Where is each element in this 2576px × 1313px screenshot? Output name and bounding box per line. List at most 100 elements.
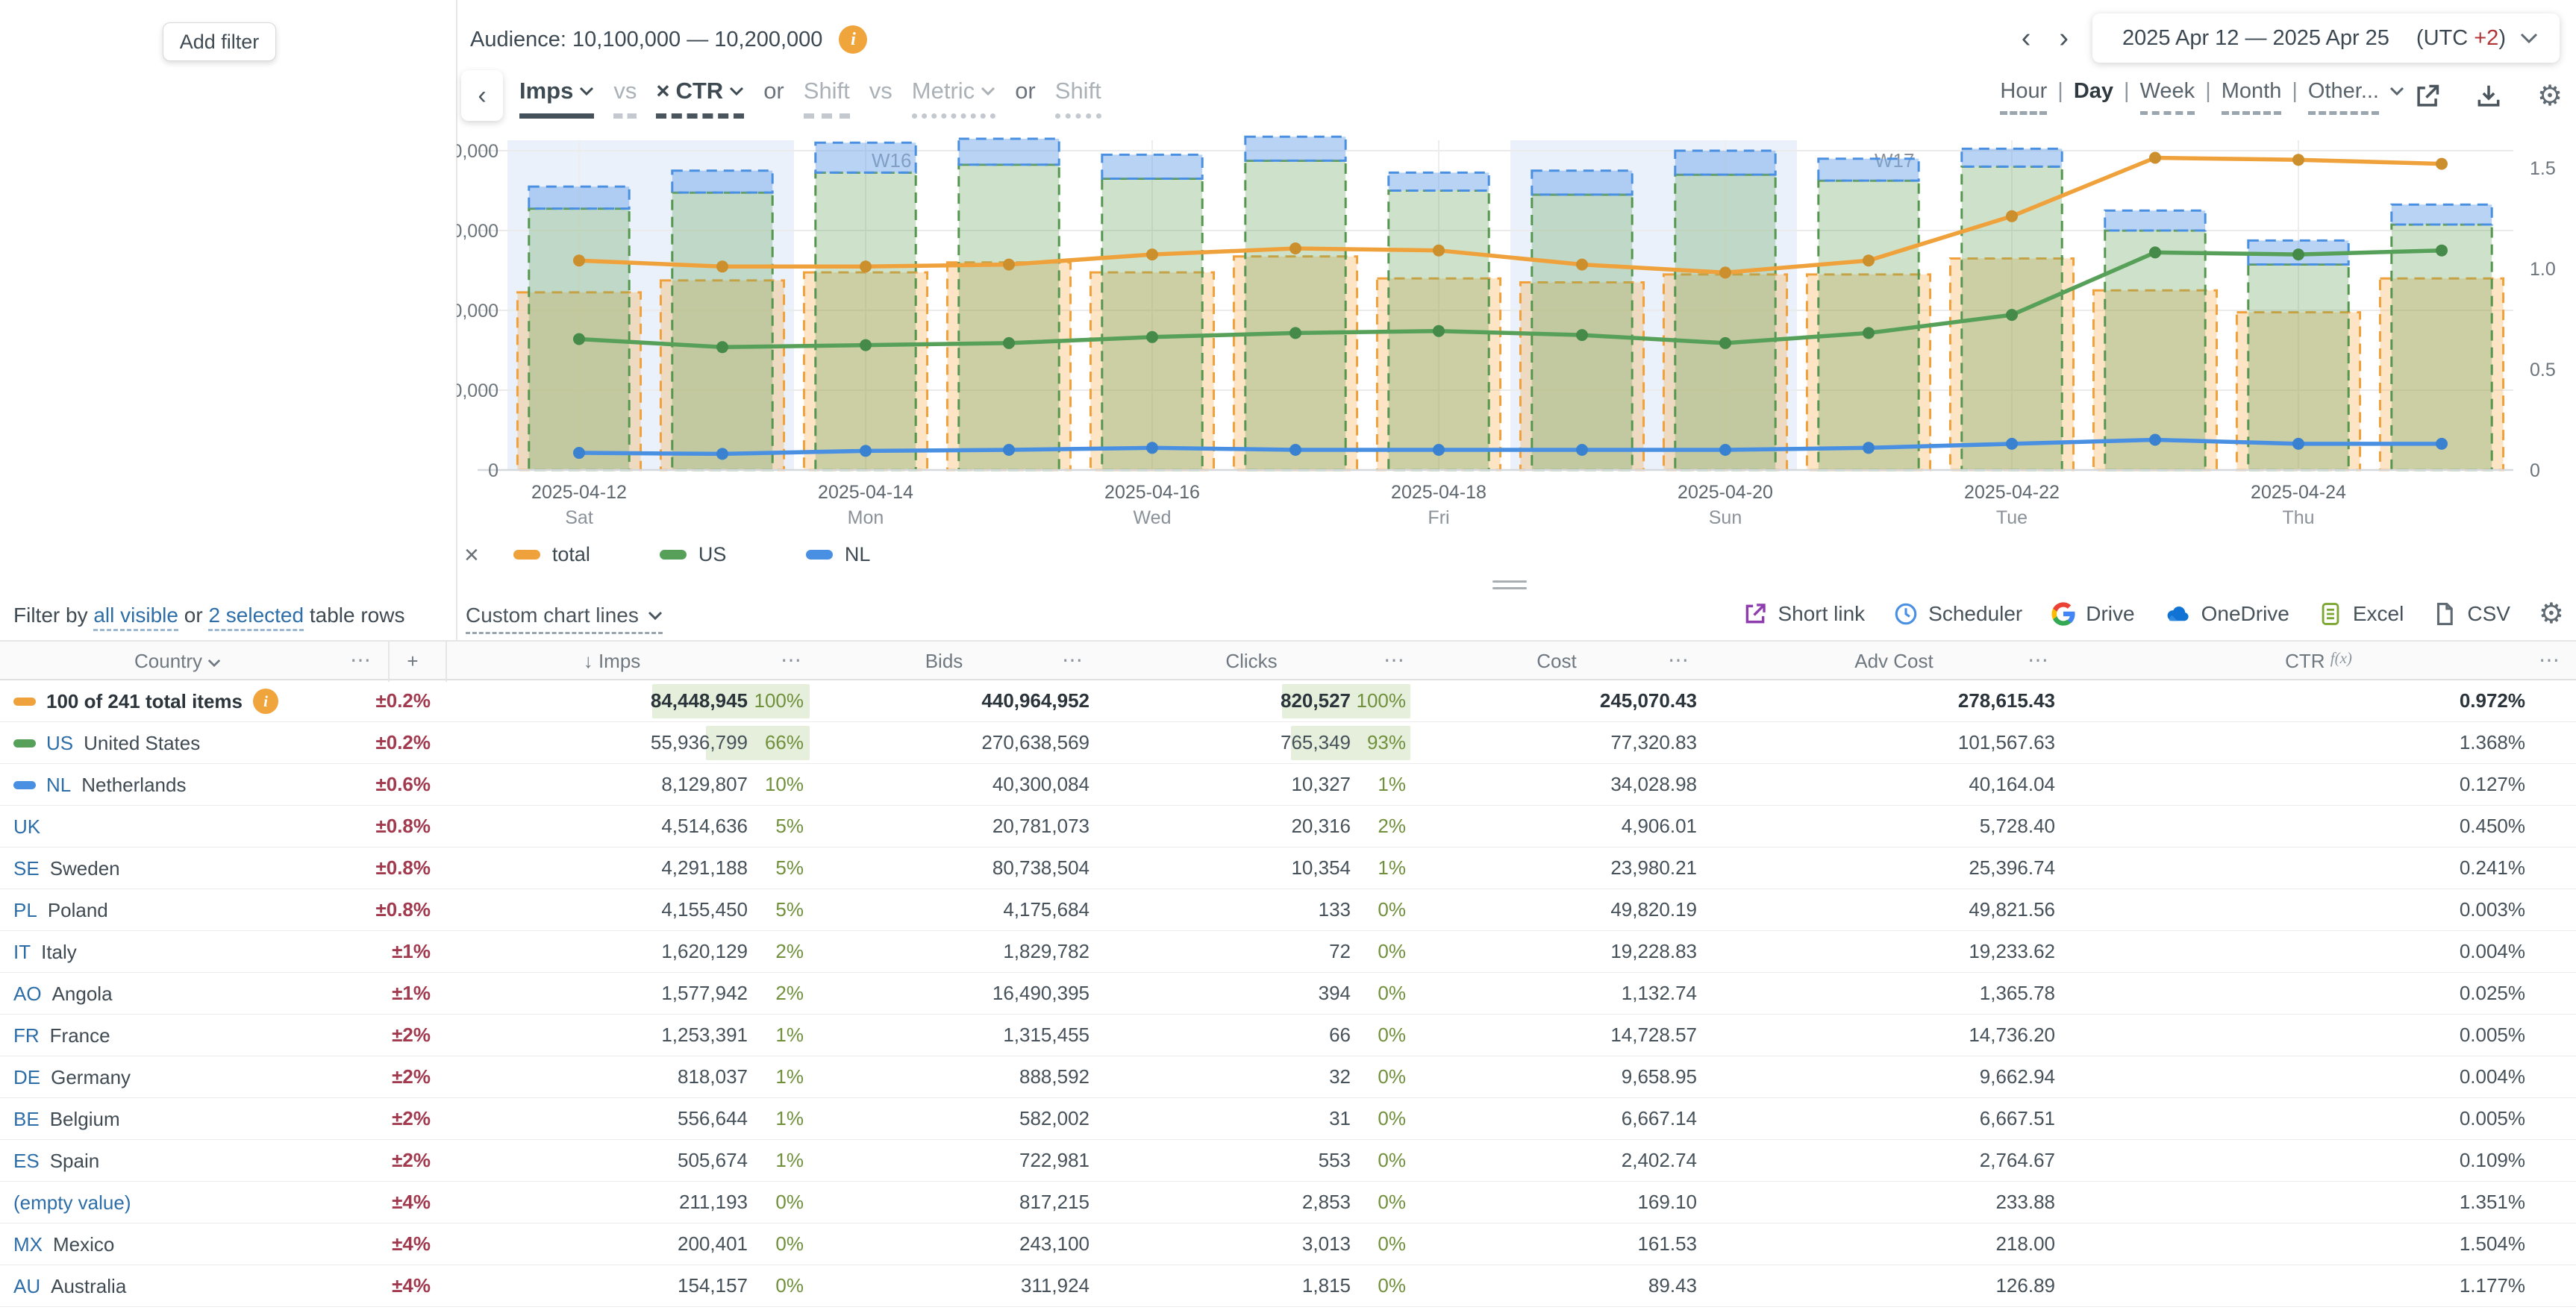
country-code-link[interactable]: ES [13,1141,40,1182]
table-row[interactable]: ESSpain±2%505,6741%722,9815530%2,402.742… [0,1140,2576,1182]
table-row[interactable]: (empty value)±4%211,1930%817,2152,8530%1… [0,1182,2576,1223]
custom-chart-lines-dropdown[interactable]: Custom chart lines [466,604,663,634]
filter-all-visible-link[interactable]: all visible [93,604,178,631]
clicks-value: 20,316 [1291,806,1351,847]
shift-toggle-2[interactable]: Shift [1055,78,1101,119]
metric-vs-toggle[interactable]: vs [613,78,637,119]
column-header-cost[interactable]: Cost [1536,642,1576,682]
country-code-link[interactable]: IT [13,932,31,973]
ctr-value: 0.004% [2460,1056,2525,1098]
open-in-new-icon[interactable] [2412,81,2443,112]
country-name: Netherlands [81,765,186,806]
imps-value: 4,514,636 [661,806,748,847]
download-icon[interactable] [2473,81,2504,112]
column-header-adv-cost[interactable]: Adv Cost [1854,642,1933,682]
country-code-link[interactable]: US [46,723,73,764]
scheduler-button[interactable]: Scheduler [1893,601,2022,627]
clicks-percent: 1% [1378,847,1406,889]
column-menu-button[interactable]: ⋯ [781,642,803,682]
country-code-link[interactable]: NL [46,765,71,806]
uncertainty-value: ±2% [392,1056,431,1098]
timeseries-chart[interactable]: W16W1702,000,0004,000,0006,000,0008,000,… [457,125,2576,532]
column-header-ctr[interactable]: CTR f(x) [2285,642,2352,682]
prev-period-button[interactable]: ‹ [2017,14,2036,62]
country-code-link[interactable]: BE [13,1099,40,1140]
imps-percent: 5% [775,847,804,889]
country-code-link[interactable]: SE [13,848,40,889]
granularity-day-selected[interactable]: Day [2074,79,2113,111]
legend-item-NL[interactable]: NL [806,543,918,566]
legend-label: US [698,543,727,566]
add-filter-button[interactable]: Add filter [163,22,276,61]
metric-or-label: or [763,78,784,104]
table-row[interactable]: FRFrance±2%1,253,3911%1,315,455660%14,72… [0,1015,2576,1056]
country-code-link[interactable]: AO [13,974,42,1015]
country-code-link[interactable]: MX [13,1224,43,1265]
resize-handle[interactable] [1492,580,1527,594]
legend-item-total[interactable]: total [513,543,625,566]
filter-selected-link[interactable]: 2 selected [208,604,304,631]
granularity-other-dropdown[interactable]: Other... [2308,79,2379,115]
onedrive-button[interactable]: OneDrive [2163,601,2289,627]
info-icon[interactable]: i [253,689,278,714]
country-code-link[interactable]: DE [13,1057,40,1098]
table-row[interactable]: MXMexico±4%200,4010%243,1003,0130%161.53… [0,1223,2576,1265]
csv-export-button[interactable]: CSV [2432,601,2510,627]
table-row[interactable]: ITItaly±1%1,620,1292%1,829,782720%19,228… [0,931,2576,973]
gear-icon[interactable]: ⚙ [2534,81,2566,112]
next-period-button[interactable]: › [2054,14,2073,62]
column-menu-button[interactable]: ⋯ [1668,642,1690,682]
country-code-link[interactable]: AU [13,1266,40,1307]
table-row[interactable]: PLPoland±0.8%4,155,4505%4,175,6841330%49… [0,889,2576,931]
clicks-value: 820,527 [1281,680,1351,722]
imps-percent: 2% [775,973,804,1015]
column-menu-button[interactable]: ⋯ [1384,642,1406,682]
table-row[interactable]: AOAngola±1%1,577,9422%16,490,3953940%1,1… [0,973,2576,1015]
info-icon[interactable]: i [839,25,867,54]
granularity-week[interactable]: Week [2140,79,2195,115]
add-column-button[interactable]: + [407,642,418,682]
short-link-button[interactable]: Short link [1742,601,1865,627]
table-header: Country ⋯ + ↓ Imps ⋯ Bids ⋯ Clicks ⋯ Cos… [0,640,2576,680]
metric-tertiary-dropdown[interactable]: Metric [912,78,995,119]
imps-percent: 100% [754,680,804,722]
table-row[interactable]: USUnited States±0.2%55,936,79966%270,638… [0,722,2576,764]
table-row[interactable]: SESweden±0.8%4,291,1885%80,738,50410,354… [0,847,2576,889]
table-row[interactable]: AUAustralia±4%154,1570%311,9241,8150%89.… [0,1265,2576,1307]
table-settings-gear-icon[interactable]: ⚙ [2539,599,2564,629]
column-menu-button[interactable]: ⋯ [2539,642,2561,682]
metric-secondary-dropdown[interactable]: ×CTR [656,78,744,119]
column-menu-button[interactable]: ⋯ [2028,642,2050,682]
table-row[interactable]: NLNetherlands±0.6%8,129,80710%40,300,084… [0,764,2576,806]
column-menu-button[interactable]: ⋯ [1062,642,1084,682]
granularity-month[interactable]: Month [2222,79,2282,115]
table-row[interactable]: BEBelgium±2%556,6441%582,002310%6,667.14… [0,1098,2576,1140]
table-body: 100 of 241 total itemsi±0.2%84,448,94510… [0,680,2576,1307]
google-drive-button[interactable]: Drive [2051,601,2134,627]
close-icon[interactable]: × [464,544,479,566]
clicks-value: 72 [1329,931,1351,973]
country-code-link[interactable]: UK [13,806,40,847]
ctr-value: 0.005% [2460,1098,2525,1140]
table-row[interactable]: DEGermany±2%818,0371%888,592320%9,658.95… [0,1056,2576,1098]
cost-value: 23,980.21 [1610,847,1697,889]
legend-item-US[interactable]: US [660,543,772,566]
table-row[interactable]: 100 of 241 total itemsi±0.2%84,448,94510… [0,680,2576,722]
column-header-country[interactable]: Country [134,642,221,682]
shift-toggle-1[interactable]: Shift [804,78,850,119]
granularity-hour[interactable]: Hour [2000,79,2047,115]
country-code-link[interactable]: FR [13,1015,40,1056]
clicks-percent: 0% [1378,931,1406,973]
column-header-clicks[interactable]: Clicks [1225,642,1277,682]
metric-primary-dropdown[interactable]: Imps [519,78,594,119]
adv-cost-value: 126.89 [1995,1265,2055,1307]
date-range-picker[interactable]: 2025 Apr 12 — 2025 Apr 25 (UTC +2) [2092,13,2560,63]
table-row[interactable]: UK±0.8%4,514,6365%20,781,07320,3162%4,90… [0,806,2576,847]
adv-cost-value: 2,764.67 [1980,1140,2055,1182]
column-header-bids[interactable]: Bids [925,642,963,682]
excel-export-button[interactable]: Excel [2318,601,2404,627]
collapse-panel-button[interactable]: ‹ [461,70,503,121]
country-code-link[interactable]: PL [13,890,37,931]
column-header-imps[interactable]: ↓ Imps [584,642,641,682]
column-menu-button[interactable]: ⋯ [350,642,372,682]
